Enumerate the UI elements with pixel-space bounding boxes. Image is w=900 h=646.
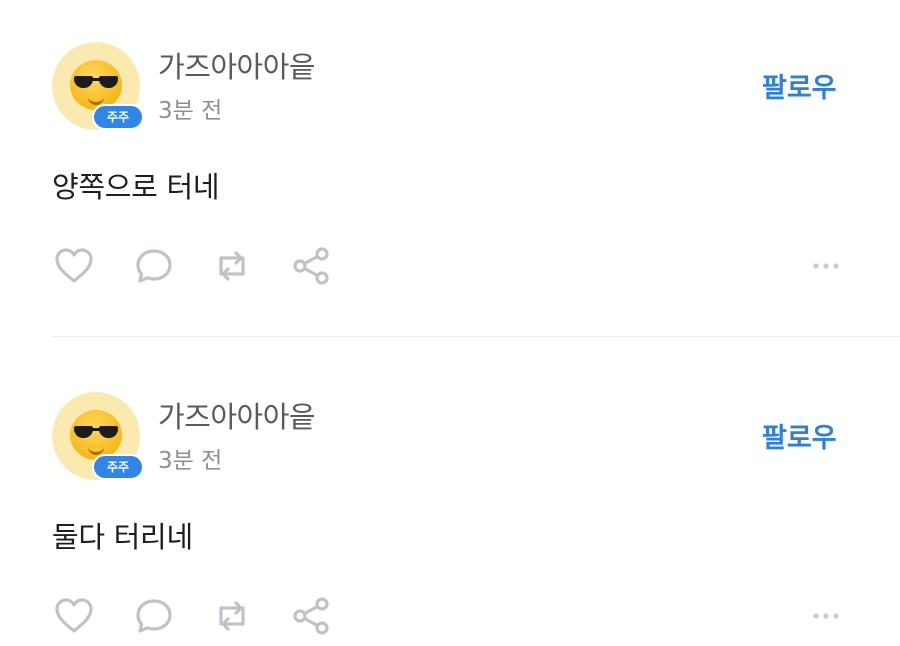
share-icon xyxy=(293,247,329,285)
sunglasses-icon xyxy=(74,76,118,88)
follow-button[interactable]: 팔로우 xyxy=(762,66,837,105)
share-button[interactable] xyxy=(290,594,334,638)
username[interactable]: 가즈아아아읕 xyxy=(158,394,316,436)
repost-icon xyxy=(219,601,245,631)
sunglasses-icon xyxy=(74,426,118,438)
post-actions xyxy=(0,590,900,640)
post-actions xyxy=(0,240,900,290)
repost-button[interactable] xyxy=(210,244,254,288)
follow-button[interactable]: 팔로우 xyxy=(762,416,837,455)
heart-icon xyxy=(55,598,93,633)
comment-icon xyxy=(136,599,172,633)
share-button[interactable] xyxy=(290,244,334,288)
timestamp: 3분 전 xyxy=(158,98,223,124)
like-button[interactable] xyxy=(52,594,96,638)
divider xyxy=(52,336,900,337)
repost-icon xyxy=(219,251,245,281)
post-content: 양쪽으로 터네 xyxy=(52,170,220,204)
repost-button[interactable] xyxy=(210,594,254,638)
more-icon xyxy=(813,263,839,269)
share-icon xyxy=(293,597,329,635)
post-content: 둘다 터리네 xyxy=(52,520,193,554)
shareholder-badge: 주주 xyxy=(92,104,144,130)
more-options-button[interactable] xyxy=(804,594,848,638)
comment-button[interactable] xyxy=(132,594,176,638)
comment-icon xyxy=(136,249,172,283)
more-icon xyxy=(813,613,839,619)
timestamp: 3분 전 xyxy=(158,448,223,474)
shareholder-badge: 주주 xyxy=(92,454,144,480)
username[interactable]: 가즈아아아읕 xyxy=(158,44,316,86)
like-button[interactable] xyxy=(52,244,96,288)
comment-feed: 주주 가즈아아아읕 3분 전 팔로우 양쪽으로 터네 주주 가즈아아아읕 3분 … xyxy=(0,0,900,646)
heart-icon xyxy=(55,248,93,283)
more-options-button[interactable] xyxy=(804,244,848,288)
comment-button[interactable] xyxy=(132,244,176,288)
